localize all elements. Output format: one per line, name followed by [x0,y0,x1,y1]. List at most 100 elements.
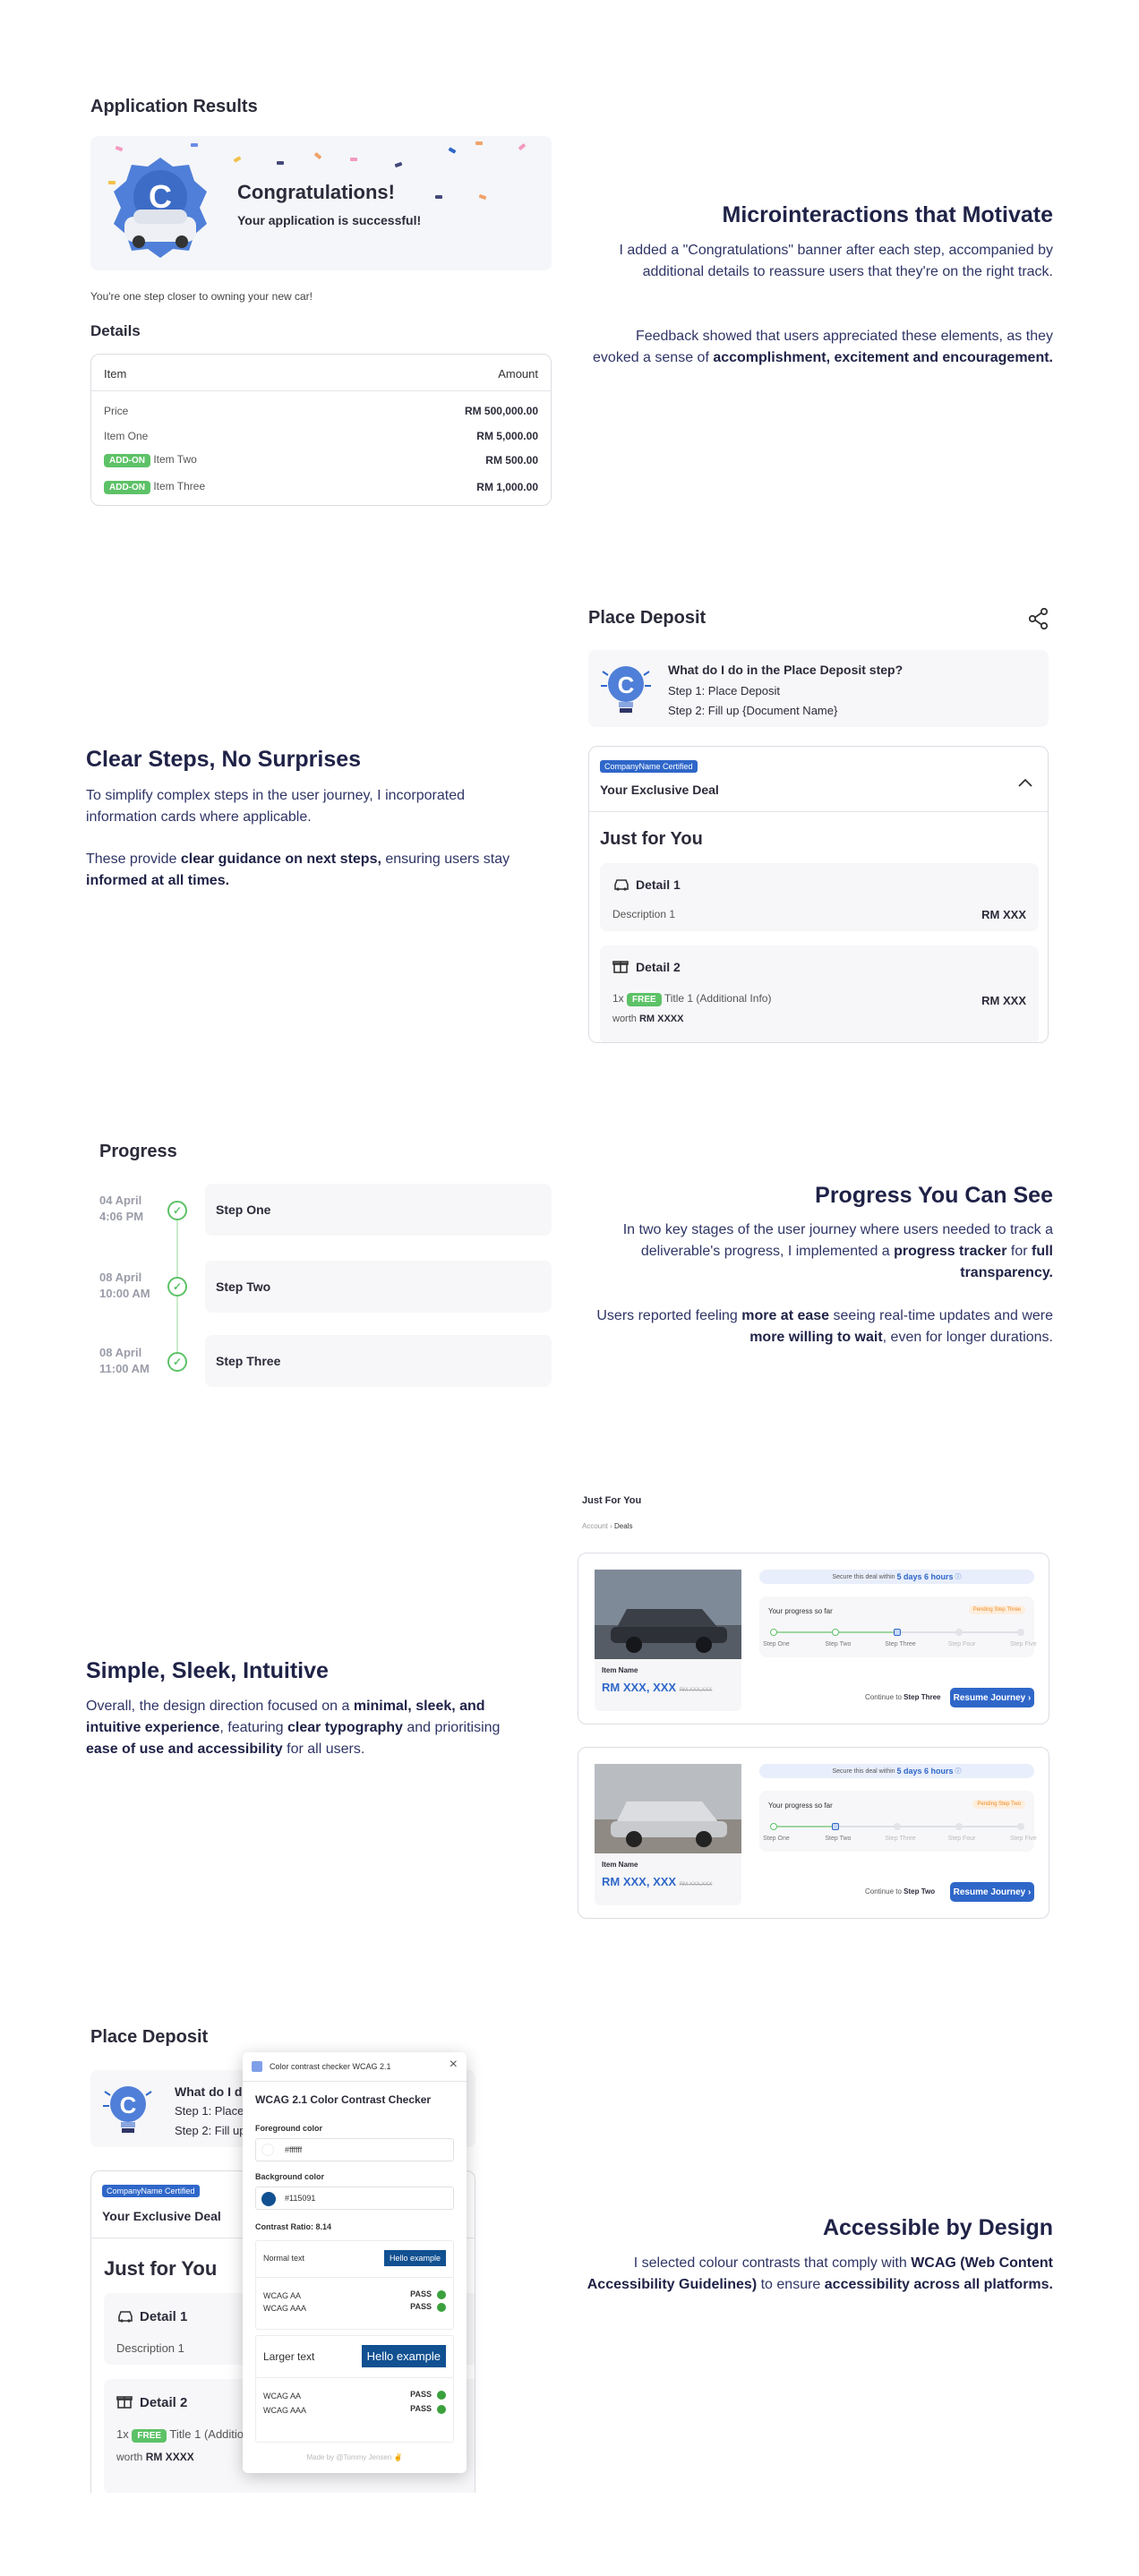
para-simple-sleek: Overall, the design direction focused on… [86,1699,501,1757]
track-step-label: Step Four [947,1641,976,1647]
normal-text-panel: Normal text Hello example WCAG AA PASS W… [255,2240,454,2330]
bg-color-input[interactable]: #115091 [255,2187,454,2210]
resume-journey-button[interactable]: Resume Journey › [950,1882,1034,1902]
detail-1-amount: RM XXX [981,908,1026,921]
pass-indicator [437,2289,446,2299]
table-row: Item One RM 5,000.00 [104,430,538,442]
detail-2-title: Detail 2 [636,960,681,974]
track-step-dot [1017,1629,1024,1636]
closer-text: You're one step closer to owning your ne… [90,290,313,303]
normal-example: Hello example [383,2250,446,2266]
detail-2-worth: worth RM XXXX [612,1014,684,1024]
track-step-label: Step Two [825,1836,852,1842]
track-step-dot [770,1823,777,1830]
pending-badge: Pending Step Three [968,1605,1025,1614]
table-header: Item Amount [104,367,538,381]
addon-badge: ADD-ON [104,481,150,494]
detail-2-amount: RM XXX [981,994,1026,1007]
gift-icon [612,961,629,973]
details-title: Details [90,322,141,339]
detail-1-card: Detail 1 Description 1 RM XXX [600,863,1039,931]
info-icon: ⓘ [955,1574,962,1580]
checker-footer: Made by @Tommy Jensen ✌ [306,2453,403,2461]
item-tile: Item Name RM XXX, XXX RM XXX,XXX [595,1570,741,1711]
hand-icon: ✌ [393,2453,403,2461]
fg-color-input[interactable]: #ffffff [255,2138,454,2161]
pass-indicator [437,2404,446,2414]
bg-swatch[interactable] [261,2192,276,2206]
secure-deal-banner: Secure this deal within 5 days 6 hours ⓘ [759,1764,1034,1778]
bg-label: Background color [255,2172,325,2181]
track-step-label: Step Five [1010,1836,1037,1842]
detail-1-title: Detail 1 [636,877,681,892]
track-step-dot [1017,1823,1024,1830]
larger-text-panel: Larger text Hello example WCAG AA PASS W… [255,2335,454,2443]
track-step-label: Step Four [947,1836,976,1842]
pass-label: PASS [410,2404,432,2413]
deal-card-1: Item Name RM XXX, XXX RM XXX,XXX Secure … [578,1553,1049,1724]
table-row: ADD-ON Item Three RM 1,000.00 [104,480,538,494]
breadcrumb-account[interactable]: Account [582,1522,608,1530]
check-icon: ✓ [167,1201,187,1220]
suv-image [595,1764,741,1853]
table-row: ADD-ON Item Two RM 500.00 [104,453,538,467]
certified-badge: CompanyName Certified [102,2185,200,2197]
para-clear-steps-1: To simplify complex steps in the user jo… [86,788,466,825]
info-icon: ⓘ [955,1768,962,1775]
congrats-subtitle: Your application is successful! [237,213,422,227]
continue-text: Continue to Step Three [865,1693,941,1701]
track-step-label: Step Two [825,1641,852,1647]
track-step-label: Step Three [885,1836,916,1842]
info-step2: Step 2: Fill up {Document Name} [668,704,838,717]
deal-card-2: Item Name RM XXX, XXX RM XXX,XXX Secure … [578,1747,1049,1919]
fg-label: Foreground color [255,2124,322,2133]
track-step-label: Step One [763,1836,790,1842]
share-icon[interactable] [1029,608,1049,629]
checker-window-title: Color contrast checker WCAG 2.1 [270,2062,391,2071]
detail-2-item: 1x FREE Title 1 (Additional Info) [612,992,772,1006]
track-step-dot [955,1823,963,1830]
detail-1-desc: Description 1 [612,908,676,920]
step-1-card: Step One [205,1184,552,1236]
close-icon[interactable]: × [450,2057,458,2073]
congrats-banner: C Congratulations! Your application is s… [90,136,552,270]
addon-badge: ADD-ON [104,454,150,467]
item-price: RM XXX, XXX RM XXX,XXX [602,1681,713,1694]
track-step-label: Step Five [1010,1641,1037,1647]
progress-tracker: Your progress so far Pending Step Three … [759,1596,1037,1657]
fg-swatch[interactable] [261,2144,274,2156]
chevron-up-icon[interactable] [1017,777,1033,788]
heading-accessible: Accessible by Design [822,2215,1053,2240]
para-progress-1: In two key stages of the user journey wh… [622,1222,1053,1280]
free-badge: FREE [132,2429,167,2443]
breadcrumb-deals[interactable]: Deals [614,1522,632,1530]
resume-journey-button[interactable]: Resume Journey › [950,1688,1034,1707]
suv-image [595,1570,741,1659]
track-step-dot [955,1629,963,1636]
place-deposit-title: Place Deposit [588,608,707,628]
free-badge: FREE [627,993,662,1006]
larger-example: Hello example [361,2345,446,2367]
item-name: Item Name [602,1666,638,1674]
continue-text: Continue to Step Two [865,1887,936,1896]
exclusive-deal-card: CompanyName Certified Your Exclusive Dea… [588,746,1049,1043]
svg-text:C: C [618,672,635,698]
application-results-title: Application Results [90,97,258,116]
car-icon [118,2311,133,2323]
progress-tracker: Your progress so far Pending Step Two St… [759,1791,1037,1852]
item-tile: Item Name RM XXX, XXX RM XXX,XXX [595,1764,741,1905]
header-amount: Amount [498,367,538,381]
step-3-card: Step Three [205,1335,552,1387]
track-step-label: Step One [763,1641,790,1647]
deal-title-2: Your Exclusive Deal [102,2209,221,2223]
info-step1-2: Step 1: Place [175,2104,244,2118]
heading-microinteractions: Microinteractions that Motivate [722,202,1054,227]
track-step-dot [832,1823,839,1830]
just-for-you-page-title: Just For You [582,1495,642,1506]
contrast-checker-window: Color contrast checker WCAG 2.1 × WCAG 2… [243,2052,467,2473]
checker-title: WCAG 2.1 Color Contrast Checker [255,2093,432,2106]
pass-indicator [437,2390,446,2400]
gift-icon [116,2396,133,2409]
pass-label: PASS [410,2302,432,2311]
info-card: C What do I do in the Place Deposit step… [588,650,1049,727]
